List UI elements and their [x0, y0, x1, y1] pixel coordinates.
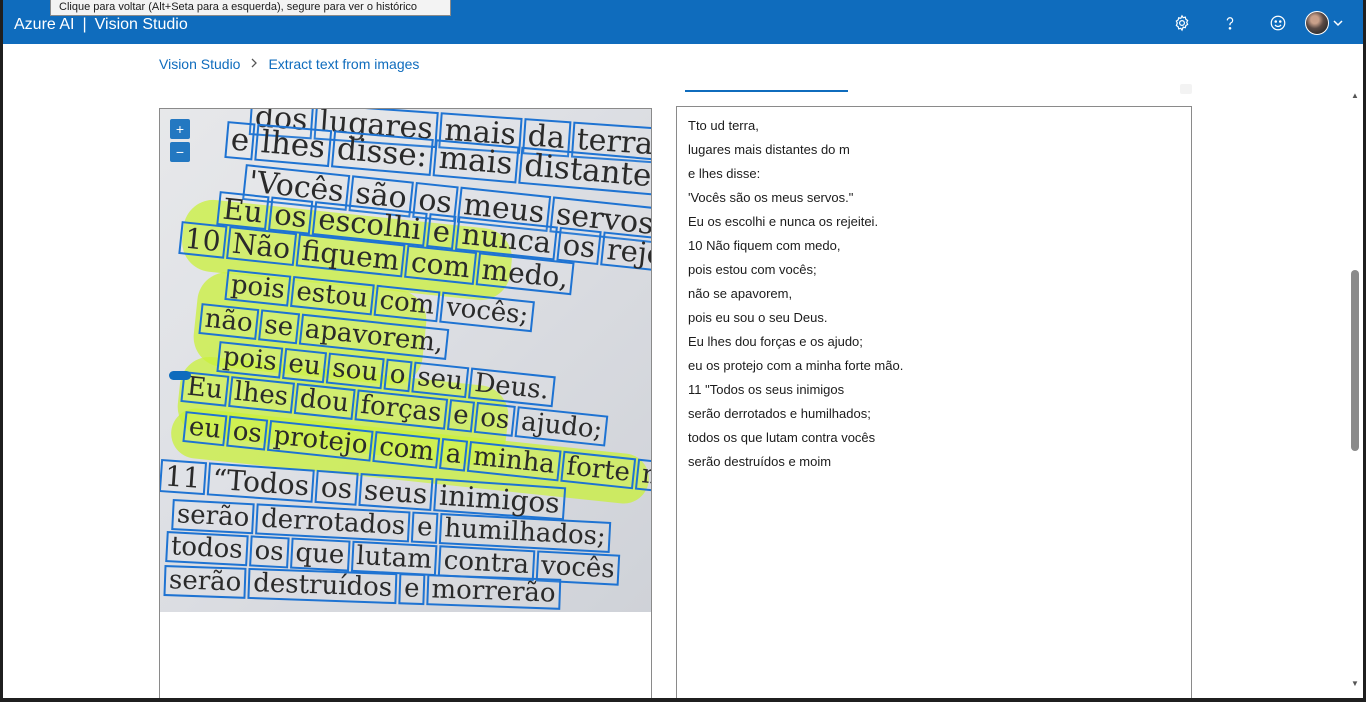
scroll-down-icon[interactable]: ▼ — [1350, 679, 1360, 689]
extracted-text-line: 'Vocês são os meus servos." — [688, 190, 854, 205]
extracted-text-line: serão destruídos e moim — [688, 454, 832, 469]
tab-overflow — [1180, 84, 1192, 94]
ocr-word-box[interactable]: pois — [216, 341, 284, 379]
ocr-word-box[interactable]: rejeitei. — [600, 231, 651, 279]
ocr-word-box[interactable]: ajudo; — [514, 406, 609, 447]
active-tab-indicator — [685, 90, 848, 92]
ocr-word-box[interactable]: Não — [225, 226, 297, 267]
extracted-text-line: pois estou com vocês; — [688, 262, 817, 277]
ocr-word-box[interactable]: os — [226, 415, 269, 451]
chevron-down-icon — [1332, 17, 1344, 29]
extracted-text-line: pois eu sou o seu Deus. — [688, 310, 828, 325]
ocr-source-image[interactable]: dos lugares mais da terra, e lhes disse: mais dis… — [160, 109, 651, 612]
extracted-text-line: Tto ud terra, — [688, 118, 759, 133]
extracted-text-line: Eu os escolhi e nunca os rejeitei. — [688, 214, 879, 229]
ocr-word-box[interactable]: todos — [165, 531, 249, 567]
ocr-word-box[interactable]: pois — [224, 269, 292, 307]
extracted-text-panel[interactable]: Tto ud terra, lugares mais distantes do m… — [676, 106, 1192, 698]
back-button-tooltip: Clique para voltar (Alt+Seta para a esqu… — [50, 0, 451, 16]
avatar — [1305, 11, 1329, 35]
scrollbar-thumb[interactable] — [1351, 270, 1359, 451]
settings-icon[interactable] — [1171, 12, 1193, 34]
ocr-word-box[interactable]: que — [289, 537, 351, 572]
scroll-up-icon[interactable]: ▲ — [1350, 91, 1360, 101]
ocr-word-box[interactable]: os — [556, 226, 602, 266]
extracted-text-line: e lhes disse: — [688, 166, 761, 181]
breadcrumb-extract-text[interactable]: Extract text from images — [268, 56, 419, 72]
ocr-word-box[interactable]: vocês; — [439, 291, 535, 333]
extracted-text-line: 11 "Todos os seus inimigos — [688, 382, 845, 397]
ocr-word-box[interactable]: morrerão — [425, 574, 562, 611]
image-viewer-panel: dos lugares mais da terra, e lhes disse: mais dis… — [159, 108, 652, 698]
ocr-word-box[interactable]: não — [198, 303, 260, 341]
ocr-word-box[interactable]: com — [372, 431, 441, 470]
ocr-word-box[interactable]: e — [411, 511, 439, 545]
breadcrumb-vision-studio[interactable]: Vision Studio — [159, 56, 240, 72]
ocr-word-box[interactable]: com — [373, 284, 441, 323]
brand-separator: | — [82, 16, 87, 33]
ocr-word-box[interactable]: seus — [358, 472, 434, 512]
extracted-text-line: serão derrotados e humilhados; — [688, 406, 871, 421]
ocr-word-box[interactable]: 10 — [178, 221, 228, 260]
breadcrumb-chevron-icon — [250, 57, 258, 71]
ocr-word-box[interactable]: lhes — [254, 123, 332, 167]
product-name: Vision Studio — [94, 16, 188, 33]
ocr-word-box[interactable]: com — [404, 244, 477, 286]
ocr-word-box[interactable]: destruídos — [247, 567, 398, 605]
extracted-text-line: Eu lhes dou forças e os ajudo; — [688, 334, 863, 349]
ocr-word-box[interactable]: o — [383, 358, 413, 393]
zoom-in-button[interactable]: + — [170, 119, 190, 139]
feedback-smiley-icon[interactable] — [1267, 12, 1289, 34]
ocr-word-box[interactable]: dou — [293, 382, 356, 421]
extracted-text-line: eu os protejo com a minha forte mão. — [688, 358, 904, 373]
ocr-word-box[interactable]: os — [248, 535, 290, 569]
extracted-text: Tto ud terra, lugares mais distantes do m… — [688, 118, 903, 478]
help-icon[interactable] — [1219, 12, 1241, 34]
brand-name: Azure AI — [14, 16, 75, 33]
ocr-word-box[interactable]: sou — [325, 352, 385, 390]
ocr-word-box[interactable]: mais — [432, 139, 520, 183]
extracted-text-line: todos os que lutam contra vocês — [688, 430, 876, 445]
ocr-word-box[interactable]: e — [446, 399, 476, 433]
ocr-word-box[interactable]: “Todos — [206, 462, 316, 504]
ocr-word-box[interactable]: seu — [410, 361, 470, 399]
extracted-text-line: 10 Não fiquem com medo, — [688, 238, 841, 253]
extracted-text-line: lugares mais distantes do m — [688, 142, 850, 157]
ocr-word-box[interactable]: e — [398, 573, 426, 606]
ocr-word-box[interactable]: 11 — [160, 459, 207, 496]
ocr-word-box[interactable]: os — [314, 469, 359, 507]
breadcrumb: Vision Studio Extract text from images — [159, 56, 419, 72]
ocr-word-box[interactable]: os — [473, 401, 516, 438]
page-scrollbar[interactable]: ▲ ▼ — [1348, 89, 1362, 694]
ocr-word-box[interactable]: e — [426, 213, 457, 251]
ocr-word-box[interactable]: eu — [281, 347, 328, 384]
ocr-word-box[interactable]: disse: — [330, 130, 434, 176]
ocr-word-box[interactable]: e — [224, 121, 256, 160]
ocr-word-box[interactable]: eu — [182, 411, 228, 447]
ocr-word-box[interactable]: serão — [171, 499, 256, 535]
extracted-text-line: não se apavorem, — [688, 286, 793, 301]
account-menu[interactable] — [1305, 11, 1345, 35]
ocr-word-box[interactable]: lhes — [227, 376, 295, 414]
ocr-word-box[interactable]: serão — [163, 565, 247, 600]
ocr-word-box[interactable]: se — [257, 309, 300, 345]
browser-window: Azure AI | Vision Studio Vision Studio E… — [3, 0, 1363, 698]
zoom-out-button[interactable]: − — [170, 142, 190, 162]
ocr-word-box[interactable]: os — [267, 196, 314, 236]
ocr-word-box[interactable]: a — [439, 438, 468, 472]
app-title[interactable]: Azure AI | Vision Studio — [14, 16, 188, 34]
zoom-slider-handle[interactable] — [169, 371, 191, 380]
